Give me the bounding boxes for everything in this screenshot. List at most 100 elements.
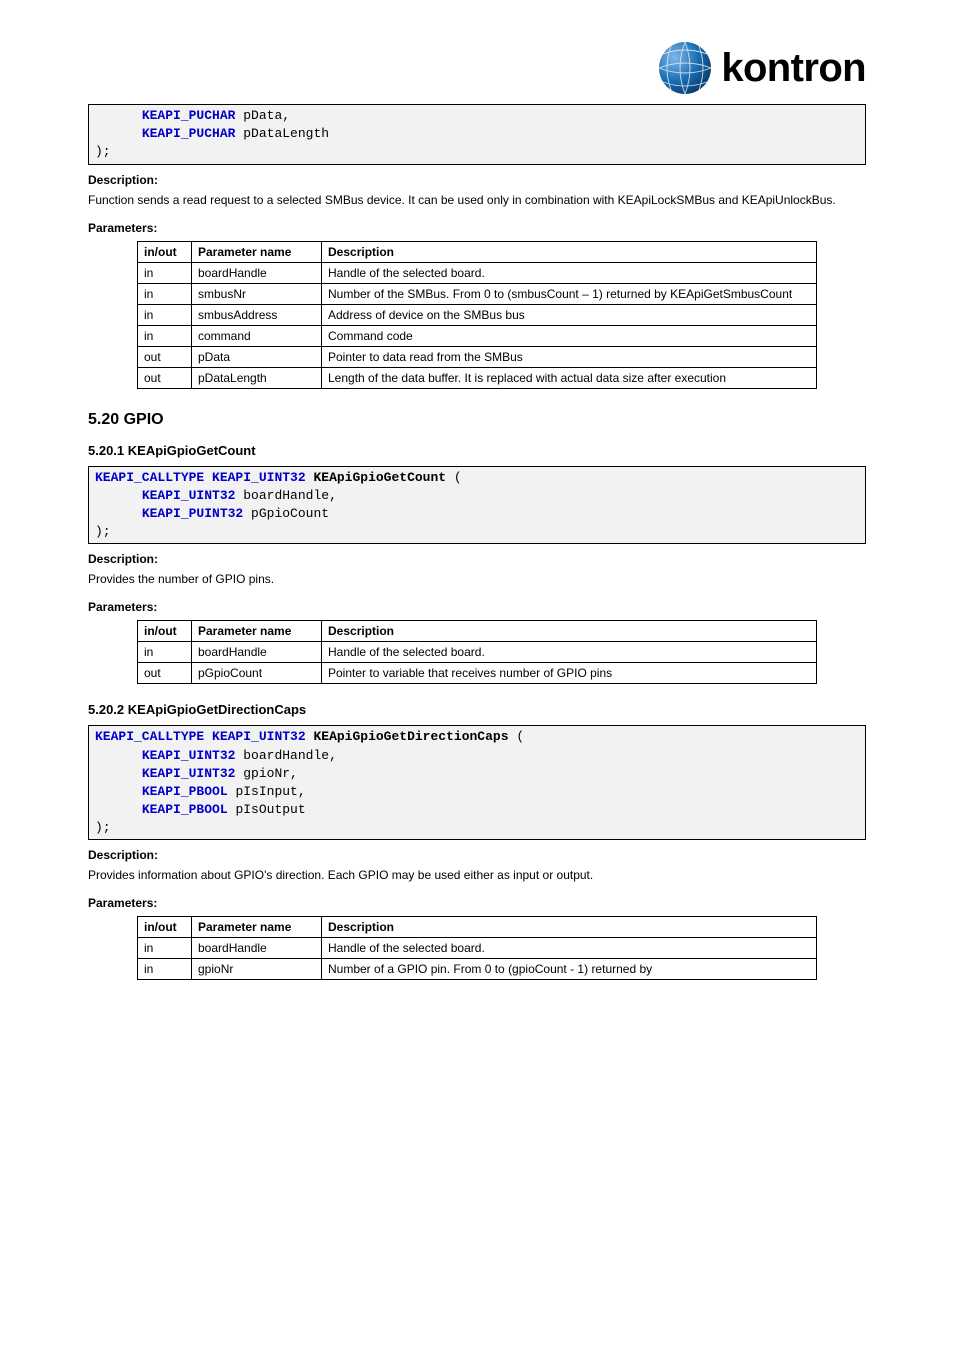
subsection-heading: 5.20.2 KEApiGpioGetDirectionCaps (88, 702, 866, 717)
table-cell: pGpioCount (192, 663, 322, 684)
table-header: Parameter name (192, 621, 322, 642)
code-ident: pGpioCount (251, 506, 329, 521)
description-label: Description: (88, 173, 866, 187)
code-block-2: KEAPI_CALLTYPE KEAPI_UINT32 KEApiGpioGet… (88, 725, 866, 840)
table-cell: boardHandle (192, 938, 322, 959)
parameters-label: Parameters: (88, 600, 866, 614)
table-cell: Handle of the selected board. (322, 642, 817, 663)
table-cell: boardHandle (192, 642, 322, 663)
table-cell: Command code (322, 325, 817, 346)
table-cell: Handle of the selected board. (322, 262, 817, 283)
table-row: in command Command code (138, 325, 817, 346)
table-row: in boardHandle Handle of the selected bo… (138, 642, 817, 663)
code-ident: gpioNr, (243, 766, 298, 781)
table-cell: in (138, 262, 192, 283)
table-cell: smbusAddress (192, 304, 322, 325)
function-name: KEApiGpioGetCount (313, 470, 446, 485)
table-cell: out (138, 663, 192, 684)
table-row: in boardHandle Handle of the selected bo… (138, 262, 817, 283)
code-ident: pDataLength (243, 126, 329, 141)
code-ident: pIsInput, (235, 784, 305, 799)
type-keyword: KEAPI_UINT32 (212, 470, 306, 485)
code-ident: boardHandle, (243, 748, 337, 763)
table-header: Parameter name (192, 241, 322, 262)
type-keyword: KEAPI_UINT32 (142, 488, 236, 503)
parameters-label: Parameters: (88, 221, 866, 235)
type-keyword: KEAPI_UINT32 (212, 729, 306, 744)
table-header-row: in/out Parameter name Description (138, 241, 817, 262)
code-ident: boardHandle, (243, 488, 337, 503)
table-cell: Address of device on the SMBus bus (322, 304, 817, 325)
table-header-row: in/out Parameter name Description (138, 621, 817, 642)
table-cell: in (138, 938, 192, 959)
type-keyword: KEAPI_PBOOL (142, 802, 228, 817)
type-keyword: KEAPI_PUCHAR (142, 126, 236, 141)
code-block-0: KEAPI_PUCHAR pData, KEAPI_PUCHAR pDataLe… (88, 104, 866, 165)
globe-icon (657, 40, 713, 96)
table-row: in boardHandle Handle of the selected bo… (138, 938, 817, 959)
function-name: KEApiGpioGetDirectionCaps (313, 729, 508, 744)
table-cell: Pointer to data read from the SMBus (322, 346, 817, 367)
parameters-table-1: in/out Parameter name Description in boa… (137, 620, 817, 684)
code-close: ); (95, 820, 111, 835)
type-keyword: KEAPI_UINT32 (142, 766, 236, 781)
type-keyword: KEAPI_PUCHAR (142, 108, 236, 123)
table-row: out pDataLength Length of the data buffe… (138, 367, 817, 388)
table-header-row: in/out Parameter name Description (138, 917, 817, 938)
table-cell: in (138, 959, 192, 980)
code-close: ); (95, 144, 111, 159)
table-cell: Number of the SMBus. From 0 to (smbusCou… (322, 283, 817, 304)
table-cell: Pointer to variable that receives number… (322, 663, 817, 684)
table-cell: pDataLength (192, 367, 322, 388)
table-header: Description (322, 917, 817, 938)
code-paren: ( (454, 470, 462, 485)
description-label: Description: (88, 552, 866, 566)
code-paren: ( (516, 729, 524, 744)
type-keyword: KEAPI_CALLTYPE (95, 729, 204, 744)
description-text: Provides information about GPIO's direct… (88, 868, 866, 882)
table-header: in/out (138, 241, 192, 262)
table-row: out pGpioCount Pointer to variable that … (138, 663, 817, 684)
description-text: Provides the number of GPIO pins. (88, 572, 866, 586)
table-cell: in (138, 642, 192, 663)
table-header: in/out (138, 621, 192, 642)
table-cell: in (138, 304, 192, 325)
table-row: in smbusNr Number of the SMBus. From 0 t… (138, 283, 817, 304)
code-block-1: KEAPI_CALLTYPE KEAPI_UINT32 KEApiGpioGet… (88, 466, 866, 545)
table-header: Description (322, 621, 817, 642)
table-cell: Length of the data buffer. It is replace… (322, 367, 817, 388)
brand-name: kontron (721, 48, 866, 88)
code-close: ); (95, 524, 111, 539)
parameters-table-0: in/out Parameter name Description in boa… (137, 241, 817, 389)
type-keyword: KEAPI_PBOOL (142, 784, 228, 799)
table-cell: Handle of the selected board. (322, 938, 817, 959)
table-row: in gpioNr Number of a GPIO pin. From 0 t… (138, 959, 817, 980)
table-row: out pData Pointer to data read from the … (138, 346, 817, 367)
table-cell: boardHandle (192, 262, 322, 283)
parameters-table-2: in/out Parameter name Description in boa… (137, 916, 817, 980)
table-header: in/out (138, 917, 192, 938)
type-keyword: KEAPI_CALLTYPE (95, 470, 204, 485)
table-cell: out (138, 367, 192, 388)
table-cell: in (138, 283, 192, 304)
parameters-label: Parameters: (88, 896, 866, 910)
table-header: Description (322, 241, 817, 262)
table-cell: out (138, 346, 192, 367)
code-ident: pData, (243, 108, 290, 123)
table-cell: pData (192, 346, 322, 367)
subsection-heading: 5.20.1 KEApiGpioGetCount (88, 443, 866, 458)
table-cell: Number of a GPIO pin. From 0 to (gpioCou… (322, 959, 817, 980)
table-cell: smbusNr (192, 283, 322, 304)
table-row: in smbusAddress Address of device on the… (138, 304, 817, 325)
table-cell: command (192, 325, 322, 346)
type-keyword: KEAPI_UINT32 (142, 748, 236, 763)
section-heading: 5.20 GPIO (88, 411, 866, 429)
table-header: Parameter name (192, 917, 322, 938)
table-cell: in (138, 325, 192, 346)
description-text: Function sends a read request to a selec… (88, 193, 866, 207)
code-ident: pIsOutput (235, 802, 305, 817)
description-label: Description: (88, 848, 866, 862)
type-keyword: KEAPI_PUINT32 (142, 506, 243, 521)
brand-logo: kontron (657, 40, 866, 96)
table-cell: gpioNr (192, 959, 322, 980)
